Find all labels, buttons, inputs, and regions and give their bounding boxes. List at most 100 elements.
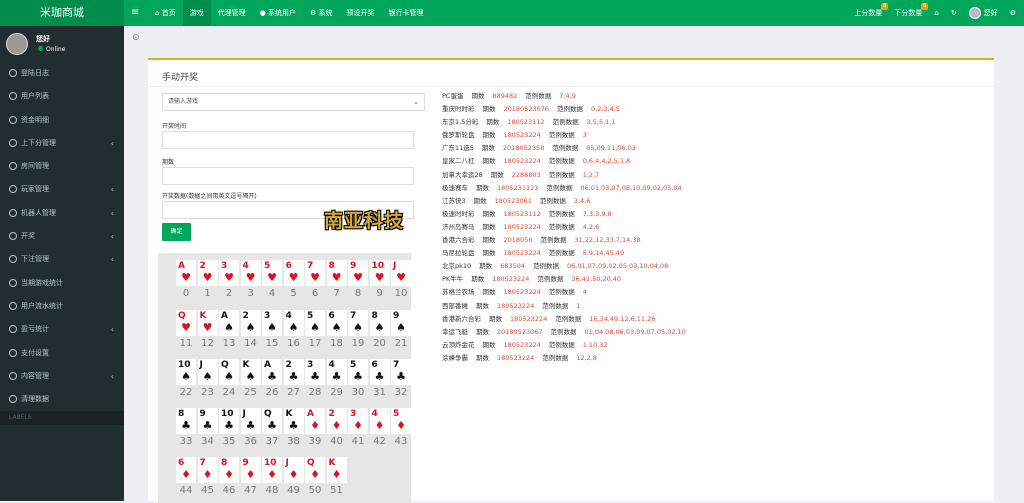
playing-card[interactable]: 7 ♥ [305,260,325,286]
playing-card[interactable]: 10 ♥ [369,260,390,286]
playing-card[interactable]: 6 ♣ [369,359,390,385]
game-select[interactable]: 请输入游戏 ⌄ [162,93,425,111]
sidebar-item[interactable]: 盈亏统计 ‹ [0,318,124,341]
sidebar-item[interactable]: 内容管理 ‹ [0,365,124,388]
nav-home[interactable]: ⌂ 首页 [148,0,183,26]
card-cell[interactable]: J ♥ 10 [390,260,412,300]
playing-card[interactable]: A ♣ [262,359,282,385]
playing-card[interactable]: J ♣ [240,408,261,434]
card-cell[interactable]: 4 ♦ 42 [369,408,391,448]
playing-card[interactable]: K ♠ [240,359,261,385]
playing-card[interactable]: 7 ♣ [391,359,411,385]
playing-card[interactable]: Q ♦ [305,457,325,483]
card-cell[interactable]: 5 ♥ 4 [261,260,283,300]
card-cell[interactable]: K ♣ 38 [283,408,305,448]
card-cell[interactable]: 10 ♠ 22 [175,359,197,399]
playing-card[interactable]: A ♥ [176,260,196,286]
card-cell[interactable]: 9 ♦ 47 [240,457,262,497]
card-cell[interactable]: Q ♣ 37 [261,408,283,448]
sidebar-item[interactable]: 支付设置 [0,342,124,365]
playing-card[interactable]: 10 ♠ [176,359,196,385]
playing-card[interactable]: 9 ♥ [348,260,368,286]
playing-card[interactable]: 10 ♣ [219,408,239,434]
sidebar-item[interactable]: 玩家管理 ‹ [0,178,124,201]
card-cell[interactable]: 2 ♠ 14 [240,310,262,350]
card-cell[interactable]: A ♥ 0 [175,260,197,300]
sidebar-item[interactable]: 当期游戏统计 [0,272,124,295]
app-logo[interactable]: 米珈商城 [0,0,124,26]
card-cell[interactable]: 10 ♣ 35 [218,408,240,448]
card-cell[interactable]: 2 ♦ 40 [326,408,348,448]
playing-card[interactable]: J ♥ [391,260,411,286]
playing-card[interactable]: 5 ♣ [348,359,368,385]
card-cell[interactable]: K ♠ 25 [240,359,262,399]
playing-card[interactable]: 4 ♥ [240,260,261,286]
sidebar-item[interactable]: 机器人管理 ‹ [0,202,124,225]
playing-card[interactable]: 6 ♦ [176,457,196,483]
card-cell[interactable]: 3 ♣ 28 [304,359,326,399]
card-cell[interactable]: J ♣ 36 [240,408,262,448]
playing-card[interactable]: 9 ♦ [240,457,261,483]
playing-card[interactable]: 5 ♠ [305,310,325,336]
score-up-link[interactable]: 上分数量 0 [854,3,889,18]
card-cell[interactable]: 8 ♦ 46 [218,457,240,497]
card-cell[interactable]: 10 ♦ 48 [261,457,283,497]
card-cell[interactable]: 7 ♦ 45 [197,457,219,497]
card-cell[interactable]: 8 ♠ 20 [369,310,391,350]
submit-button[interactable]: 确定 [162,223,191,241]
card-cell[interactable]: Q ♠ 24 [218,359,240,399]
card-cell[interactable]: 6 ♦ 44 [175,457,197,497]
card-cell[interactable]: 4 ♣ 29 [326,359,348,399]
sidebar-toggle-icon[interactable]: ≡ [131,0,139,26]
playing-card[interactable]: 6 ♠ [326,310,347,336]
card-cell[interactable]: 9 ♠ 21 [390,310,412,350]
card-cell[interactable]: A ♣ 26 [261,359,283,399]
nav-agent[interactable]: 代理管理 [211,0,253,26]
refresh-icon[interactable]: ↻ [951,9,957,17]
card-cell[interactable]: 5 ♣ 30 [347,359,369,399]
card-cell[interactable]: 3 ♦ 41 [347,408,369,448]
playing-card[interactable]: Q ♣ [262,408,282,434]
card-cell[interactable]: 9 ♣ 34 [197,408,219,448]
card-cell[interactable]: 8 ♣ 33 [175,408,197,448]
card-cell[interactable]: 4 ♥ 3 [240,260,262,300]
playing-card[interactable]: 2 ♠ [240,310,261,336]
card-cell[interactable]: 7 ♥ 6 [304,260,326,300]
playing-card[interactable]: 8 ♣ [176,408,196,434]
card-cell[interactable]: J ♠ 23 [197,359,219,399]
user-menu[interactable]: 您好 [968,7,998,19]
playing-card[interactable]: 4 ♣ [326,359,347,385]
playing-card[interactable]: 10 ♦ [262,457,282,483]
playing-card[interactable]: 2 ♦ [326,408,347,434]
card-cell[interactable]: 6 ♠ 18 [326,310,348,350]
card-cell[interactable]: 7 ♠ 19 [347,310,369,350]
card-cell[interactable]: Q ♥ 11 [175,310,197,350]
card-cell[interactable]: 4 ♠ 16 [283,310,305,350]
card-cell[interactable]: K ♥ 12 [197,310,219,350]
nav-game[interactable]: 游戏 [182,0,211,26]
sidebar-item[interactable]: 资金明细 [0,109,124,132]
card-cell[interactable]: 6 ♥ 5 [283,260,305,300]
playing-card[interactable]: 3 ♥ [219,260,239,286]
sidebar-item[interactable]: 用户流水统计 [0,295,124,318]
playing-card[interactable]: 9 ♣ [197,408,218,434]
card-cell[interactable]: 6 ♣ 31 [369,359,391,399]
playing-card[interactable]: 8 ♦ [219,457,239,483]
period-input[interactable] [162,167,414,185]
playing-card[interactable]: 2 ♣ [283,359,304,385]
playing-card[interactable]: K ♦ [326,457,347,483]
sidebar-item[interactable]: 下注管理 ‹ [0,248,124,271]
playing-card[interactable]: K ♣ [283,408,304,434]
card-cell[interactable]: A ♠ 13 [218,310,240,350]
sidebar-item[interactable]: 房间管理 [0,155,124,178]
score-down-link[interactable]: 下分数量 0 [894,3,929,18]
card-cell[interactable]: 3 ♥ 2 [218,260,240,300]
card-cell[interactable]: 2 ♣ 27 [283,359,305,399]
playing-card[interactable]: Q ♥ [176,310,196,336]
sidebar-item[interactable]: 用户列表 [0,85,124,108]
playing-card[interactable]: 6 ♥ [283,260,304,286]
playing-card[interactable]: K ♥ [197,310,218,336]
card-cell[interactable]: A ♦ 39 [304,408,326,448]
playing-card[interactable]: 4 ♦ [369,408,390,434]
home-icon[interactable]: ⌂ [934,9,938,17]
